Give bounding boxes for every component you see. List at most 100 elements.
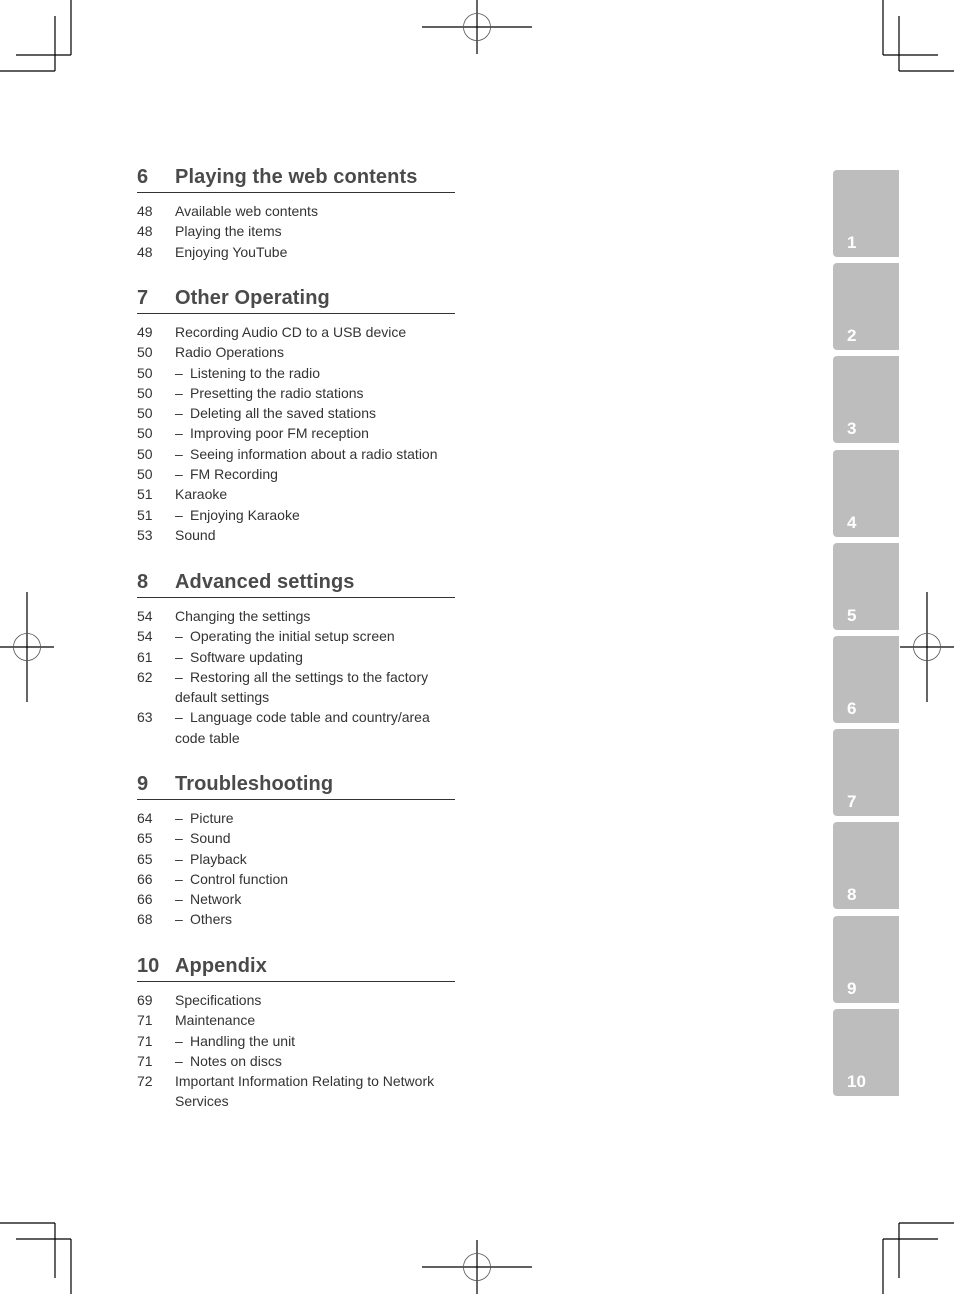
- chapter-tab-7[interactable]: 7: [833, 729, 899, 817]
- entry-text-wrap: – Handling the unit: [175, 1031, 455, 1051]
- toc-entry[interactable]: 51 – Enjoying Karaoke: [137, 505, 455, 525]
- entry-text-wrap: – Restoring all the settings to the facto…: [175, 667, 455, 708]
- toc-entry[interactable]: 50 – Presetting the radio stations: [137, 383, 455, 403]
- section-number: 10: [137, 955, 160, 977]
- section-number: 6: [137, 166, 149, 188]
- chapter-tab-3[interactable]: 3: [833, 356, 899, 444]
- toc-entry[interactable]: 54 – Operating the initial setup screen: [137, 626, 455, 646]
- entry-title: Restoring all the settings to the factor…: [175, 668, 429, 706]
- entry-title: Recording Audio CD to a USB device: [175, 324, 407, 340]
- entry-text-wrap: Important Information Relating to Networ…: [175, 1071, 455, 1112]
- toc-section: 8 Advanced settings 54 Changing the setting…: [137, 571, 455, 748]
- section-heading: 10 Appendix: [137, 955, 455, 982]
- entry-title: Control function: [190, 870, 289, 887]
- entry-text-wrap: Maintenance: [175, 1010, 455, 1030]
- chapter-tab-1[interactable]: 1: [833, 170, 899, 257]
- page-number: 51: [137, 486, 153, 503]
- crop-mark-top-right: [882, 0, 954, 72]
- entry-text-wrap: Recording Audio CD to a USB device: [175, 322, 455, 342]
- sub-entry-dash: –: [175, 506, 183, 523]
- toc-entry[interactable]: 62 – Restoring all the settings to the fac…: [137, 667, 455, 708]
- chapter-tab-6[interactable]: 6: [833, 636, 899, 723]
- entry-list: 64– Picture 65– Sound 65– Playback 66– Control …: [137, 808, 455, 930]
- entry-text-wrap: – Language code table and country/area co…: [175, 707, 455, 748]
- toc-entry[interactable]: 64 – Picture: [137, 808, 455, 828]
- entry-title: Playing the items: [175, 223, 282, 240]
- entry-text-wrap: – Listening to the radio: [175, 363, 455, 383]
- toc-entry[interactable]: 50 Radio Operations: [137, 342, 455, 362]
- toc-entry[interactable]: 71 – Notes on discs: [137, 1051, 455, 1071]
- entry-text-wrap: – Operating the initial setup screen: [175, 626, 455, 646]
- toc-entry[interactable]: 66 – Control function: [137, 869, 455, 889]
- crop-mark-top-left: [0, 0, 72, 72]
- chapter-tab-4[interactable]: 4: [833, 449, 899, 537]
- section-title: Troubleshooting: [175, 773, 334, 795]
- toc-entry[interactable]: 71 Maintenance: [137, 1010, 455, 1030]
- toc-section: 9 Troubleshooting 64– Picture 65– Sound 65– Pla…: [137, 773, 455, 930]
- chapter-tab-number: 3: [847, 419, 857, 439]
- toc-entry[interactable]: 54 Changing the settings: [137, 606, 455, 626]
- entry-title: Maintenance: [175, 1012, 256, 1029]
- entry-title: Karaoke: [175, 486, 228, 503]
- registration-mark-left: [0, 592, 54, 702]
- toc-entry[interactable]: 50 – Improving poor FM reception: [137, 423, 455, 443]
- toc-entry[interactable]: 65 – Playback: [137, 849, 455, 869]
- toc-entry[interactable]: 69 Specifications: [137, 990, 455, 1010]
- toc-entry[interactable]: 48 Enjoying YouTube: [137, 242, 455, 262]
- registration-mark-bottom: [422, 1240, 532, 1294]
- chapter-tab-8[interactable]: 8: [833, 822, 899, 910]
- sub-entry-dash: –: [175, 425, 183, 442]
- page-number: 65: [137, 850, 153, 867]
- page-number: 62: [137, 668, 153, 685]
- chapter-tab-number: 10: [847, 1071, 866, 1091]
- toc-entry[interactable]: 49 Recording Audio CD to a USB device: [137, 322, 455, 342]
- entry-text-wrap: Playing the items: [175, 221, 455, 241]
- entry-title: Operating the initial setup screen: [190, 628, 395, 645]
- chapter-tab-number: 2: [847, 326, 857, 346]
- toc-entry[interactable]: 50 – Seeing information about a radio stat…: [137, 444, 455, 464]
- registration-mark-top: [422, 0, 532, 54]
- toc-entry[interactable]: 61 – Software updating: [137, 647, 455, 667]
- sub-entry-dash: –: [175, 850, 183, 867]
- toc-section: 7 Other Operating 49 Recording Audio CD to …: [137, 287, 455, 545]
- registration-mark-right: [900, 592, 954, 702]
- sub-entry-dash: –: [175, 810, 183, 826]
- toc-entry[interactable]: 65 – Sound: [137, 828, 455, 848]
- toc-entry[interactable]: 71 – Handling the unit: [137, 1031, 455, 1051]
- toc-entry[interactable]: 72 Important Information Relating to Netw…: [137, 1071, 455, 1112]
- section-title: Playing the web contents: [175, 166, 418, 188]
- section-heading: 9 Troubleshooting: [137, 773, 455, 800]
- sub-entry-dash: –: [175, 384, 183, 401]
- chapter-tab-9[interactable]: 9: [833, 915, 899, 1003]
- page-number: 66: [137, 891, 153, 908]
- chapter-tab-10[interactable]: 10: [833, 1008, 899, 1096]
- entry-title: Playback: [190, 850, 247, 867]
- toc-entry[interactable]: 51 Karaoke: [137, 484, 455, 504]
- entry-list: 48 Available web contents 48 Playing the it…: [137, 201, 455, 262]
- section-heading: 6 Playing the web contents: [137, 166, 455, 193]
- toc-entry[interactable]: 66 – Network: [137, 889, 455, 909]
- chapter-tab-5[interactable]: 5: [833, 542, 899, 630]
- toc-entry[interactable]: 50 – Deleting all the saved stations: [137, 403, 455, 423]
- section-title: Other Operating: [175, 287, 330, 309]
- crop-mark-bottom-left: [0, 1222, 72, 1294]
- toc-entry[interactable]: 48 Playing the items: [137, 221, 455, 241]
- toc-entry[interactable]: 50 – FM Recording: [137, 464, 455, 484]
- toc-entry[interactable]: 48 Available web contents: [137, 201, 455, 221]
- toc-entry[interactable]: 63 – Language code table and country/area …: [137, 707, 455, 748]
- toc-entry[interactable]: 53 Sound: [137, 525, 455, 545]
- toc-entry[interactable]: 68 – Others: [137, 909, 455, 929]
- sub-entry-dash: –: [175, 445, 183, 462]
- entry-text-wrap: – Seeing information about a radio statio…: [175, 444, 455, 464]
- chapter-tab-2[interactable]: 2: [833, 263, 899, 351]
- page-number: 50: [137, 364, 153, 381]
- page-number: 50: [137, 405, 153, 422]
- entry-text-wrap: – Control function: [175, 869, 455, 889]
- page-number: 71: [137, 1032, 153, 1049]
- toc-entry[interactable]: 50 – Listening to the radio: [137, 363, 455, 383]
- sub-entry-dash: –: [175, 466, 183, 483]
- entry-title: Specifications: [175, 992, 262, 1008]
- entry-text-wrap: Enjoying YouTube: [175, 242, 455, 262]
- entry-title: Sound: [190, 830, 231, 847]
- entry-text-wrap: Specifications: [175, 990, 455, 1010]
